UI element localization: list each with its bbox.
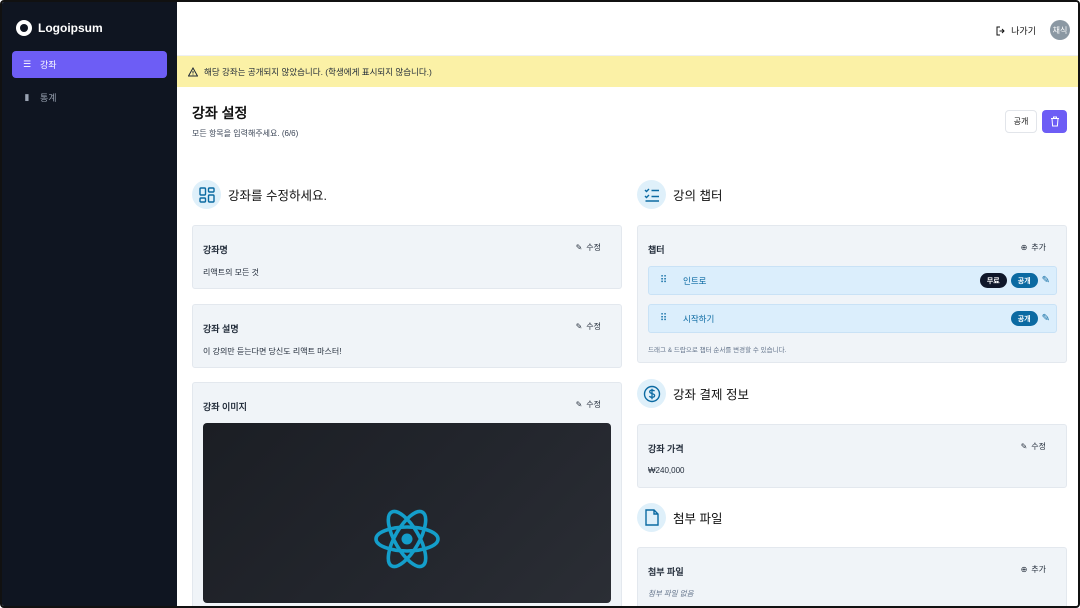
delete-button[interactable] [1042,110,1067,133]
course-name-card: 강좌명 ✎ 수정 리액트의 모든 것 [192,225,622,289]
app-window: Logoipsum ☰ 강좌 ▮ 통계 나가기 채식 해당 강좌는 공개되지 않… [0,0,1080,608]
list-checks-icon [637,180,666,209]
unpublished-banner: 해당 강좌는 공개되지 않았습니다. (학생에게 표시되지 않습니다.) [177,56,1078,87]
empty-attachments-text: 첨부 파일 없음 [648,589,694,598]
list-icon: ☰ [22,59,32,69]
sidebar-nav: ☰ 강좌 ▮ 통계 [12,51,167,117]
top-bar: 나가기 채식 [177,2,1078,56]
circle-dollar-icon [637,379,666,408]
plus-circle-icon: ⊕ [1020,565,1028,574]
add-attachment-button[interactable]: ⊕ 추가 [1021,564,1046,575]
pencil-icon: ✎ [1020,442,1028,451]
edit-chapter-icon[interactable]: ✎ [1042,275,1050,286]
file-icon [637,503,666,532]
drag-handle-icon[interactable]: ⠿ [655,313,671,324]
card-label: 강좌 설명 [203,324,239,334]
chapter-title: 시작하기 [683,313,715,324]
pencil-icon: ✎ [575,322,583,331]
add-chapter-button[interactable]: ⊕ 추가 [1021,242,1046,253]
exit-icon [996,26,1005,35]
section-title: 강좌를 수정하세요. [228,189,327,203]
edit-name-button[interactable]: ✎ 수정 [576,242,601,253]
edit-image-button[interactable]: ✎ 수정 [576,399,601,410]
react-logo-icon [374,509,440,569]
bar-chart-icon: ▮ [24,92,30,102]
chapters-card: 챕터 ⊕ 추가 ⠿ 인트로 무료 공개 ✎ ⠿ 시작하기 공개 ✎ 드래그 & … [637,225,1067,363]
publish-button[interactable]: 공개 [1005,110,1037,133]
section-title: 첨부 파일 [673,512,723,526]
exit-button[interactable]: 나가기 [996,24,1036,37]
course-description-card: 강좌 설명 ✎ 수정 이 강의만 듣는다면 당신도 리액트 마스터! [192,304,622,368]
layout-dashboard-icon [192,180,221,209]
chapter-title: 인트로 [683,275,707,286]
course-name-value: 리액트의 모든 것 [203,268,259,277]
pencil-icon: ✎ [575,243,583,252]
card-label: 챕터 [648,245,665,255]
section-header-payment: 강좌 결제 정보 [637,379,749,408]
sidebar-item-courses[interactable]: ☰ 강좌 [12,51,167,78]
course-image-card: 강좌 이미지 ✎ 수정 [192,382,622,606]
free-badge: 무료 [979,273,1007,288]
section-header-chapters: 강의 챕터 [637,180,722,209]
card-label: 강좌명 [203,245,228,255]
page-title: 강좌 설정 [192,105,248,121]
banner-text: 해당 강좌는 공개되지 않았습니다. (학생에게 표시되지 않습니다.) [204,66,432,77]
sidebar: Logoipsum ☰ 강좌 ▮ 통계 [2,2,177,606]
course-image [203,423,611,603]
section-title: 강좌 결제 정보 [673,388,749,402]
section-header-edit-course: 강좌를 수정하세요. [192,180,327,209]
avatar[interactable]: 채식 [1050,20,1070,40]
plus-circle-icon: ⊕ [1020,243,1028,252]
sidebar-item-stats[interactable]: ▮ 통계 [12,84,167,111]
chapter-actions: 무료 공개 ✎ [979,273,1050,288]
pencil-icon: ✎ [575,400,583,409]
card-label: 강좌 이미지 [203,402,247,412]
chapter-actions: 공개 ✎ [1010,311,1050,326]
logo-icon [16,20,32,36]
drag-handle-icon[interactable]: ⠿ [655,275,671,286]
price-value: ₩240,000 [648,466,685,475]
logo-text: Logoipsum [38,21,103,35]
chapter-item[interactable]: ⠿ 시작하기 공개 ✎ [648,304,1057,333]
attachments-card: 첨부 파일 ⊕ 추가 첨부 파일 없음 [637,547,1067,606]
card-label: 강좌 가격 [648,444,684,454]
exit-label: 나가기 [1011,26,1036,36]
edit-price-button[interactable]: ✎ 수정 [1021,441,1046,452]
chapter-item[interactable]: ⠿ 인트로 무료 공개 ✎ [648,266,1057,295]
sidebar-item-label: 강좌 [40,60,57,70]
status-badge: 공개 [1010,311,1038,326]
drag-hint: 드래그 & 드랍으로 챕터 순서를 변경할 수 있습니다. [648,347,787,354]
price-card: 강좌 가격 ✎ 수정 ₩240,000 [637,424,1067,488]
edit-chapter-icon[interactable]: ✎ [1042,313,1050,324]
sidebar-item-label: 통계 [40,93,57,103]
status-badge: 공개 [1010,273,1038,288]
logo[interactable]: Logoipsum [16,20,103,36]
section-header-attachments: 첨부 파일 [637,503,722,532]
card-label: 첨부 파일 [648,567,684,577]
trash-icon [1050,116,1059,127]
edit-description-button[interactable]: ✎ 수정 [576,321,601,332]
warning-icon [188,66,198,76]
section-title: 강의 챕터 [673,189,723,203]
page-subtitle: 모든 항목을 입력해주세요. (6/6) [192,129,299,138]
course-description-value: 이 강의만 듣는다면 당신도 리액트 마스터! [203,347,342,356]
